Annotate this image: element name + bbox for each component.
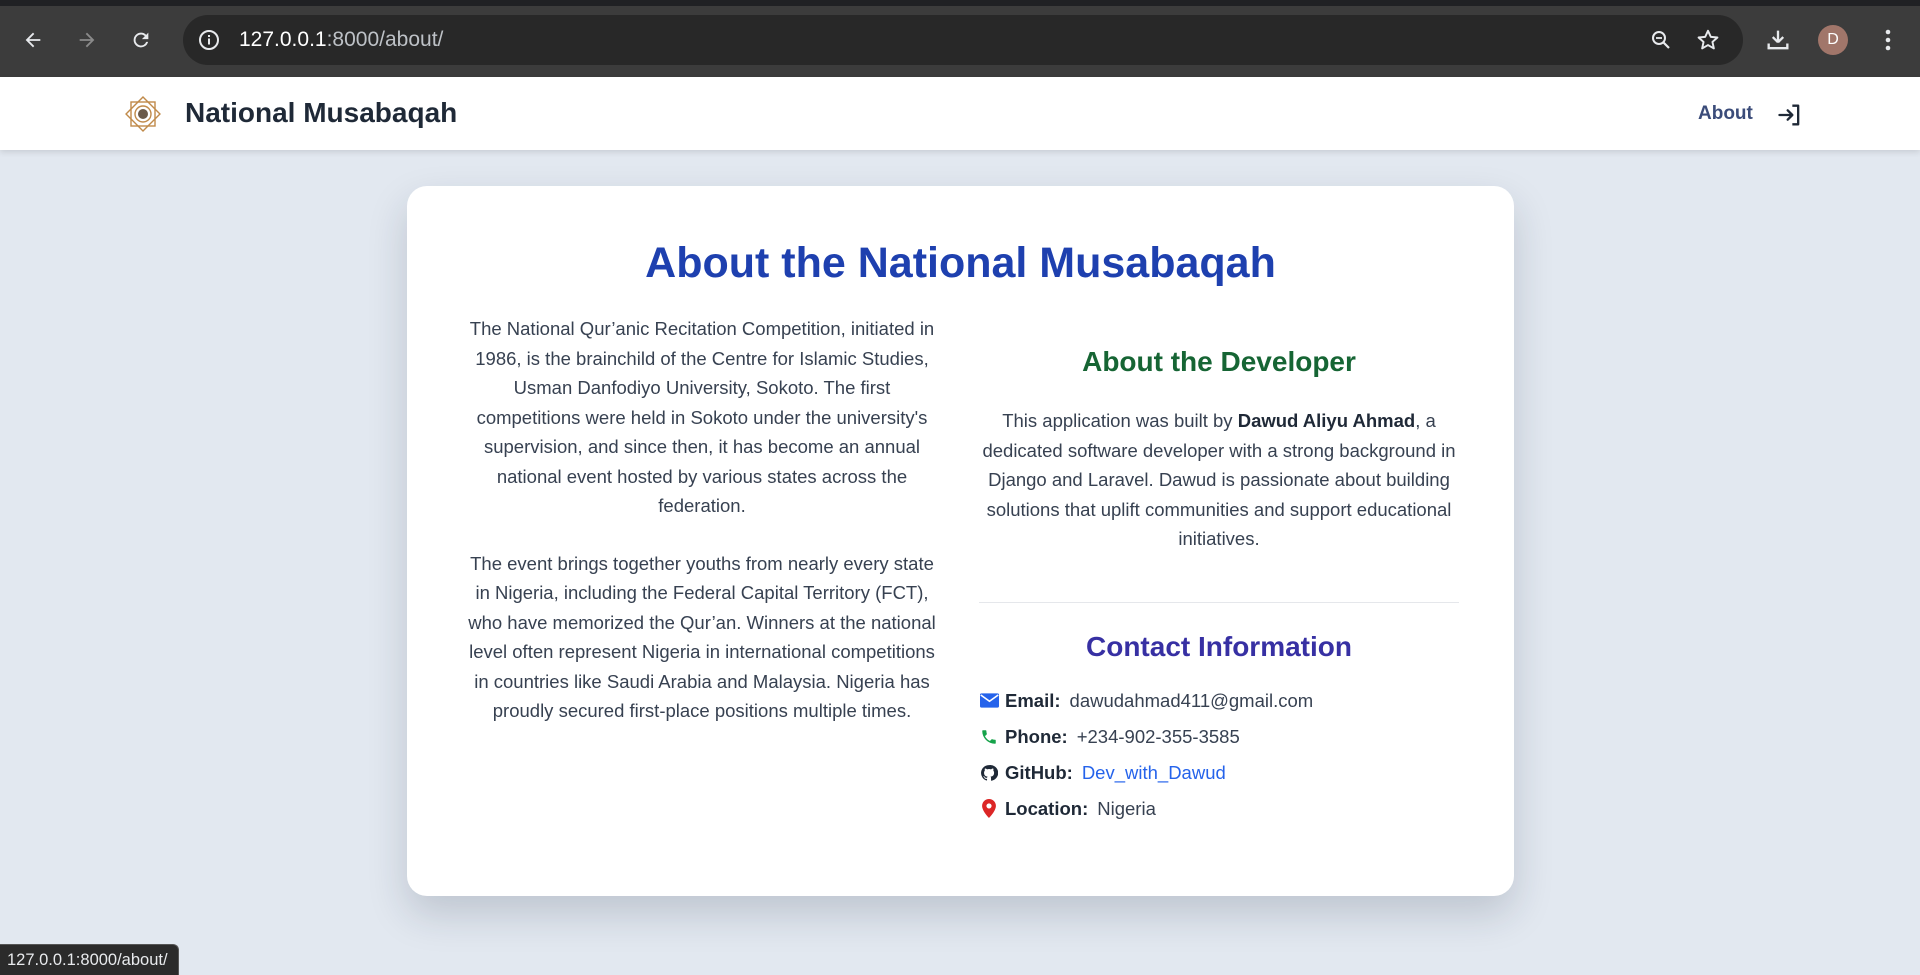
contact-email: Email: dawudahmad411@gmail.com — [979, 683, 1459, 719]
github-label: GitHub: — [1005, 761, 1073, 783]
history-paragraph-1: The National Qur’anic Recitation Competi… — [469, 318, 935, 516]
map-pin-icon — [979, 799, 999, 819]
brand-name[interactable]: National Musabaqah — [185, 97, 457, 129]
section-divider — [979, 601, 1459, 603]
reload-icon — [133, 32, 149, 48]
site-navbar: National Musabaqah About — [0, 77, 1920, 150]
contact-location: Location: Nigeria — [979, 791, 1459, 827]
info-icon[interactable] — [197, 28, 221, 52]
phone-value: +234-902-355-3585 — [1076, 725, 1240, 747]
developer-heading: About the Developer — [1082, 346, 1356, 377]
email-value: dawudahmad411@gmail.com — [1069, 689, 1314, 711]
download-icon[interactable] — [1764, 26, 1792, 54]
developer-text-before: This application was built by — [1002, 410, 1238, 431]
tab-strip — [0, 0, 1920, 6]
developer-name: Dawud Aliyu Ahmad — [1237, 410, 1416, 431]
developer-section: About the Developer This application was… — [979, 346, 1459, 827]
location-label: Location: — [1005, 797, 1089, 819]
arrow-left-icon — [25, 32, 41, 48]
nav-about-link[interactable]: About — [1698, 103, 1753, 125]
phone-icon — [979, 727, 999, 747]
about-card: About the National Musabaqah The Nationa… — [407, 186, 1514, 896]
page-title: About the National Musabaqah — [645, 239, 1276, 287]
arrow-right-icon — [79, 32, 95, 48]
history-section: The National Qur’anic Recitation Competi… — [462, 314, 942, 726]
star-icon[interactable] — [1695, 27, 1721, 53]
contact-heading: Contact Information — [1086, 630, 1352, 662]
location-value: Nigeria — [1097, 797, 1156, 819]
status-url-bubble: 127.0.0.1:8000/about/ — [0, 944, 179, 975]
phone-label: Phone: — [1005, 725, 1068, 747]
profile-avatar[interactable]: D — [1818, 25, 1848, 55]
reload-button[interactable] — [123, 22, 159, 58]
musabaqah-logo[interactable] — [123, 94, 163, 134]
zoom-icon[interactable] — [1649, 28, 1673, 52]
contact-list: Email: dawudahmad411@gmail.com Phone: +2… — [979, 683, 1459, 827]
email-label: Email: — [1005, 689, 1061, 711]
browser-toolbar: 127.0.0.1:8000/about/ D — [0, 0, 1920, 77]
forward-button[interactable] — [69, 22, 105, 58]
history-paragraph-2: The event brings together youths from ne… — [468, 552, 936, 722]
address-bar[interactable]: 127.0.0.1:8000/about/ — [183, 15, 1743, 65]
kebab-menu-icon[interactable] — [1876, 26, 1900, 54]
github-link[interactable]: Dev_with_Dawud — [1082, 762, 1226, 784]
back-button[interactable] — [15, 22, 51, 58]
github-icon — [979, 763, 999, 783]
url-text[interactable]: 127.0.0.1:8000/about/ — [239, 28, 443, 52]
url-host: 127.0.0.1 — [239, 28, 327, 51]
envelope-icon — [979, 691, 999, 711]
developer-text: This application was built by Dawud Aliy… — [979, 406, 1459, 554]
login-icon[interactable] — [1776, 101, 1804, 129]
contact-github: GitHub: Dev_with_Dawud — [979, 755, 1459, 791]
url-path: :8000/about/ — [326, 28, 444, 51]
contact-phone: Phone: +234-902-355-3585 — [979, 719, 1459, 755]
